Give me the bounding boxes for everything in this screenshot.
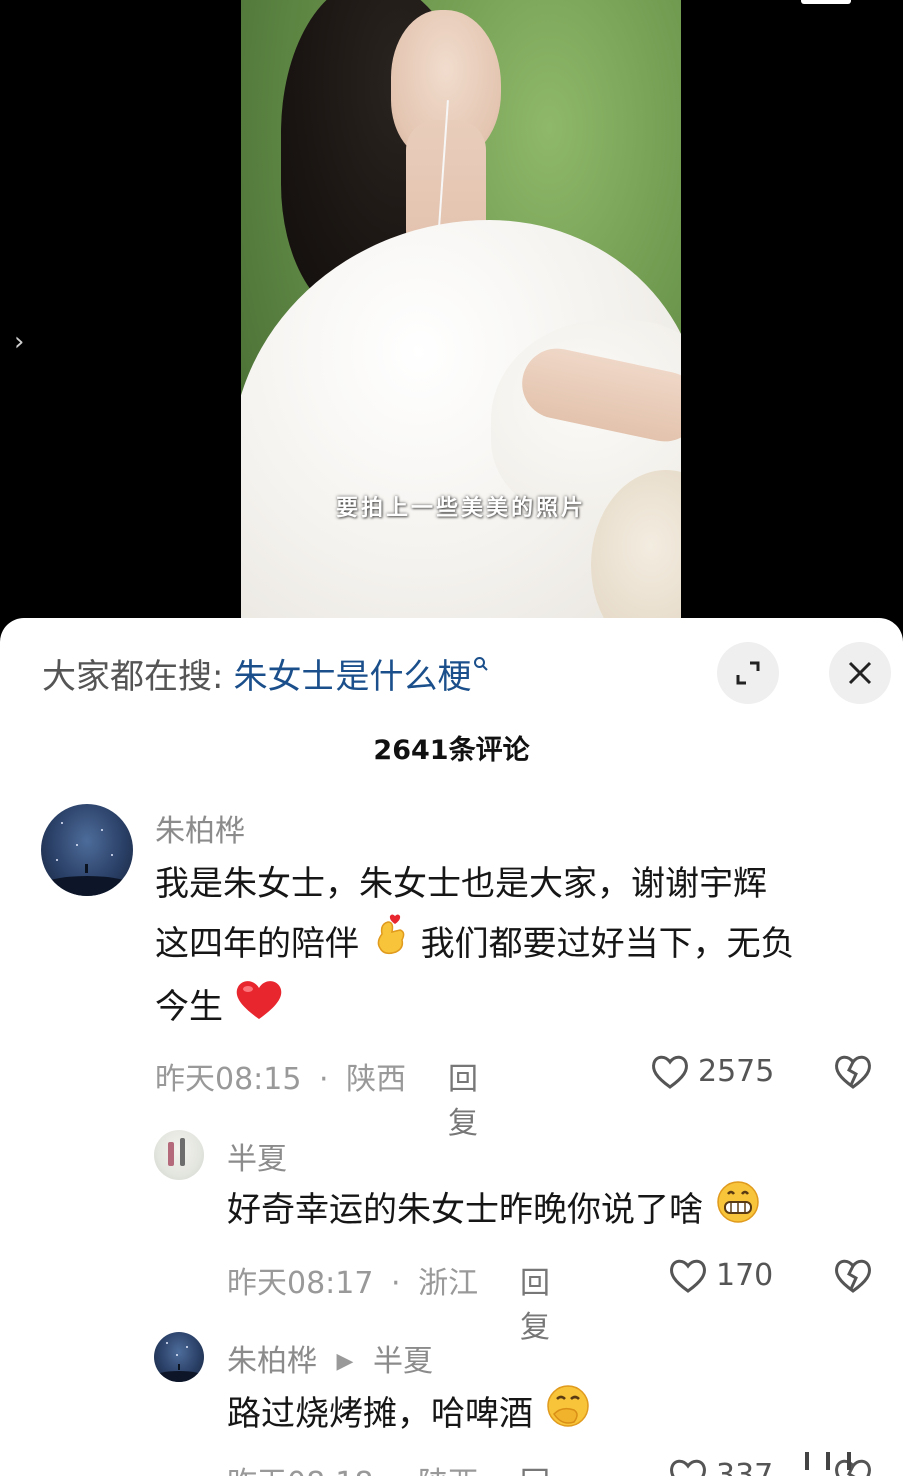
reply-button[interactable]: 回复 — [520, 1458, 550, 1476]
comment-meta: 昨天08:15 · 陕西 — [155, 1054, 406, 1098]
comment-username[interactable]: 半夏 — [227, 1134, 287, 1178]
search-icon — [473, 653, 489, 677]
comment-text-segment: 路过烧烤摊，哈啤酒 — [227, 1394, 533, 1434]
comment-text-line: 我是朱女士，朱女士也是大家，谢谢宇辉 — [155, 864, 767, 904]
comment-time: 昨天08:17 — [227, 1266, 374, 1301]
like-button[interactable]: 337 — [668, 1456, 773, 1476]
dislike-button[interactable] — [833, 1456, 873, 1476]
comment-time: 昨天08:15 — [155, 1062, 302, 1097]
trending-search-prefix: 大家都在搜: — [42, 656, 224, 697]
video-frame[interactable]: 要拍上一些美美的照片 — [241, 0, 681, 640]
like-button[interactable]: 2575 — [650, 1052, 774, 1090]
comment-text: 路过烧烤摊，哈啤酒 — [227, 1384, 887, 1447]
expand-icon — [736, 661, 760, 685]
grinning-emoji-icon — [714, 1180, 762, 1243]
comment-meta: 昨天08:17 · 浙江 — [227, 1258, 478, 1302]
comment-text: 我是朱女士，朱女士也是大家，谢谢宇辉 这四年的陪伴 我们都要过好当下，无负 今生 — [155, 854, 885, 1040]
like-count: 170 — [716, 1257, 774, 1293]
broken-heart-icon — [835, 1055, 871, 1089]
comment-username: 朱柏桦 ▶ 半夏 — [227, 1336, 433, 1380]
comment-meta: 昨天08:18 · 陕西 — [227, 1458, 478, 1476]
trending-search-term[interactable]: 朱女士是什么梗 — [233, 649, 471, 698]
comment-region: 陕西 — [346, 1062, 407, 1097]
avatar[interactable] — [154, 1130, 204, 1180]
avatar[interactable] — [41, 804, 133, 896]
finger-heart-emoji-icon — [370, 914, 410, 977]
comment-text: 好奇幸运的朱女士昨晚你说了啥 — [227, 1180, 887, 1243]
dislike-button[interactable] — [833, 1256, 873, 1298]
video-subtitle: 要拍上一些美美的照片 — [335, 496, 586, 521]
comment-username[interactable]: 朱柏桦 — [155, 806, 245, 850]
red-heart-emoji-icon — [234, 977, 284, 1040]
meta-separator: · — [391, 1466, 401, 1476]
comment-time: 昨天08:18 — [227, 1466, 373, 1476]
comment-text-segment: 这四年的陪伴 — [155, 924, 359, 964]
close-icon — [848, 661, 872, 685]
comment-text-segment: 我们都要过好当下，无负 — [420, 924, 795, 964]
video-player[interactable]: › 要拍上一些美美的照片 — [0, 0, 903, 640]
reply-button[interactable]: 回复 — [448, 1054, 478, 1142]
dislike-button[interactable] — [833, 1052, 873, 1094]
reply-arrow-icon: ▶ — [336, 1349, 354, 1374]
comment-text-line: 这四年的陪伴 我们都要过好当下，无负 — [155, 914, 885, 977]
reply-button[interactable]: 回复 — [520, 1258, 550, 1346]
like-count: 337 — [716, 1457, 774, 1476]
like-count: 2575 — [698, 1053, 775, 1089]
hand-over-mouth-emoji-icon — [544, 1384, 592, 1447]
meta-separator: · — [319, 1062, 329, 1097]
heart-icon — [670, 1459, 706, 1476]
heart-icon — [670, 1259, 706, 1293]
like-button[interactable]: 170 — [668, 1256, 773, 1294]
expand-button[interactable] — [717, 642, 779, 704]
comment-text-line: 今生 — [155, 977, 885, 1040]
comment-text-segment: 今生 — [155, 987, 223, 1027]
comment-region: 浙江 — [418, 1266, 479, 1301]
broken-heart-icon — [835, 1259, 871, 1293]
reply-target[interactable]: 半夏 — [373, 1344, 433, 1379]
trending-search[interactable]: 大家都在搜: 朱女士是什么梗 — [42, 648, 489, 698]
heart-icon — [652, 1055, 688, 1089]
scroll-indicator — [805, 1452, 885, 1470]
close-button[interactable] — [829, 642, 891, 704]
reply-author[interactable]: 朱柏桦 — [227, 1344, 317, 1379]
comment-text-segment: 好奇幸运的朱女士昨晚你说了啥 — [227, 1190, 703, 1230]
comment-region: 陕西 — [418, 1466, 478, 1476]
comment-sheet: 大家都在搜: 朱女士是什么梗 2641条评论 朱柏桦 我是朱女士，朱女士也是大家… — [0, 618, 903, 1476]
comment-count-title: 2641条评论 — [373, 735, 530, 766]
broken-heart-icon — [835, 1459, 871, 1476]
chevron-right-icon[interactable]: › — [14, 328, 36, 356]
meta-separator: · — [391, 1266, 401, 1301]
avatar[interactable] — [154, 1332, 204, 1382]
status-bar-battery — [801, 0, 851, 4]
